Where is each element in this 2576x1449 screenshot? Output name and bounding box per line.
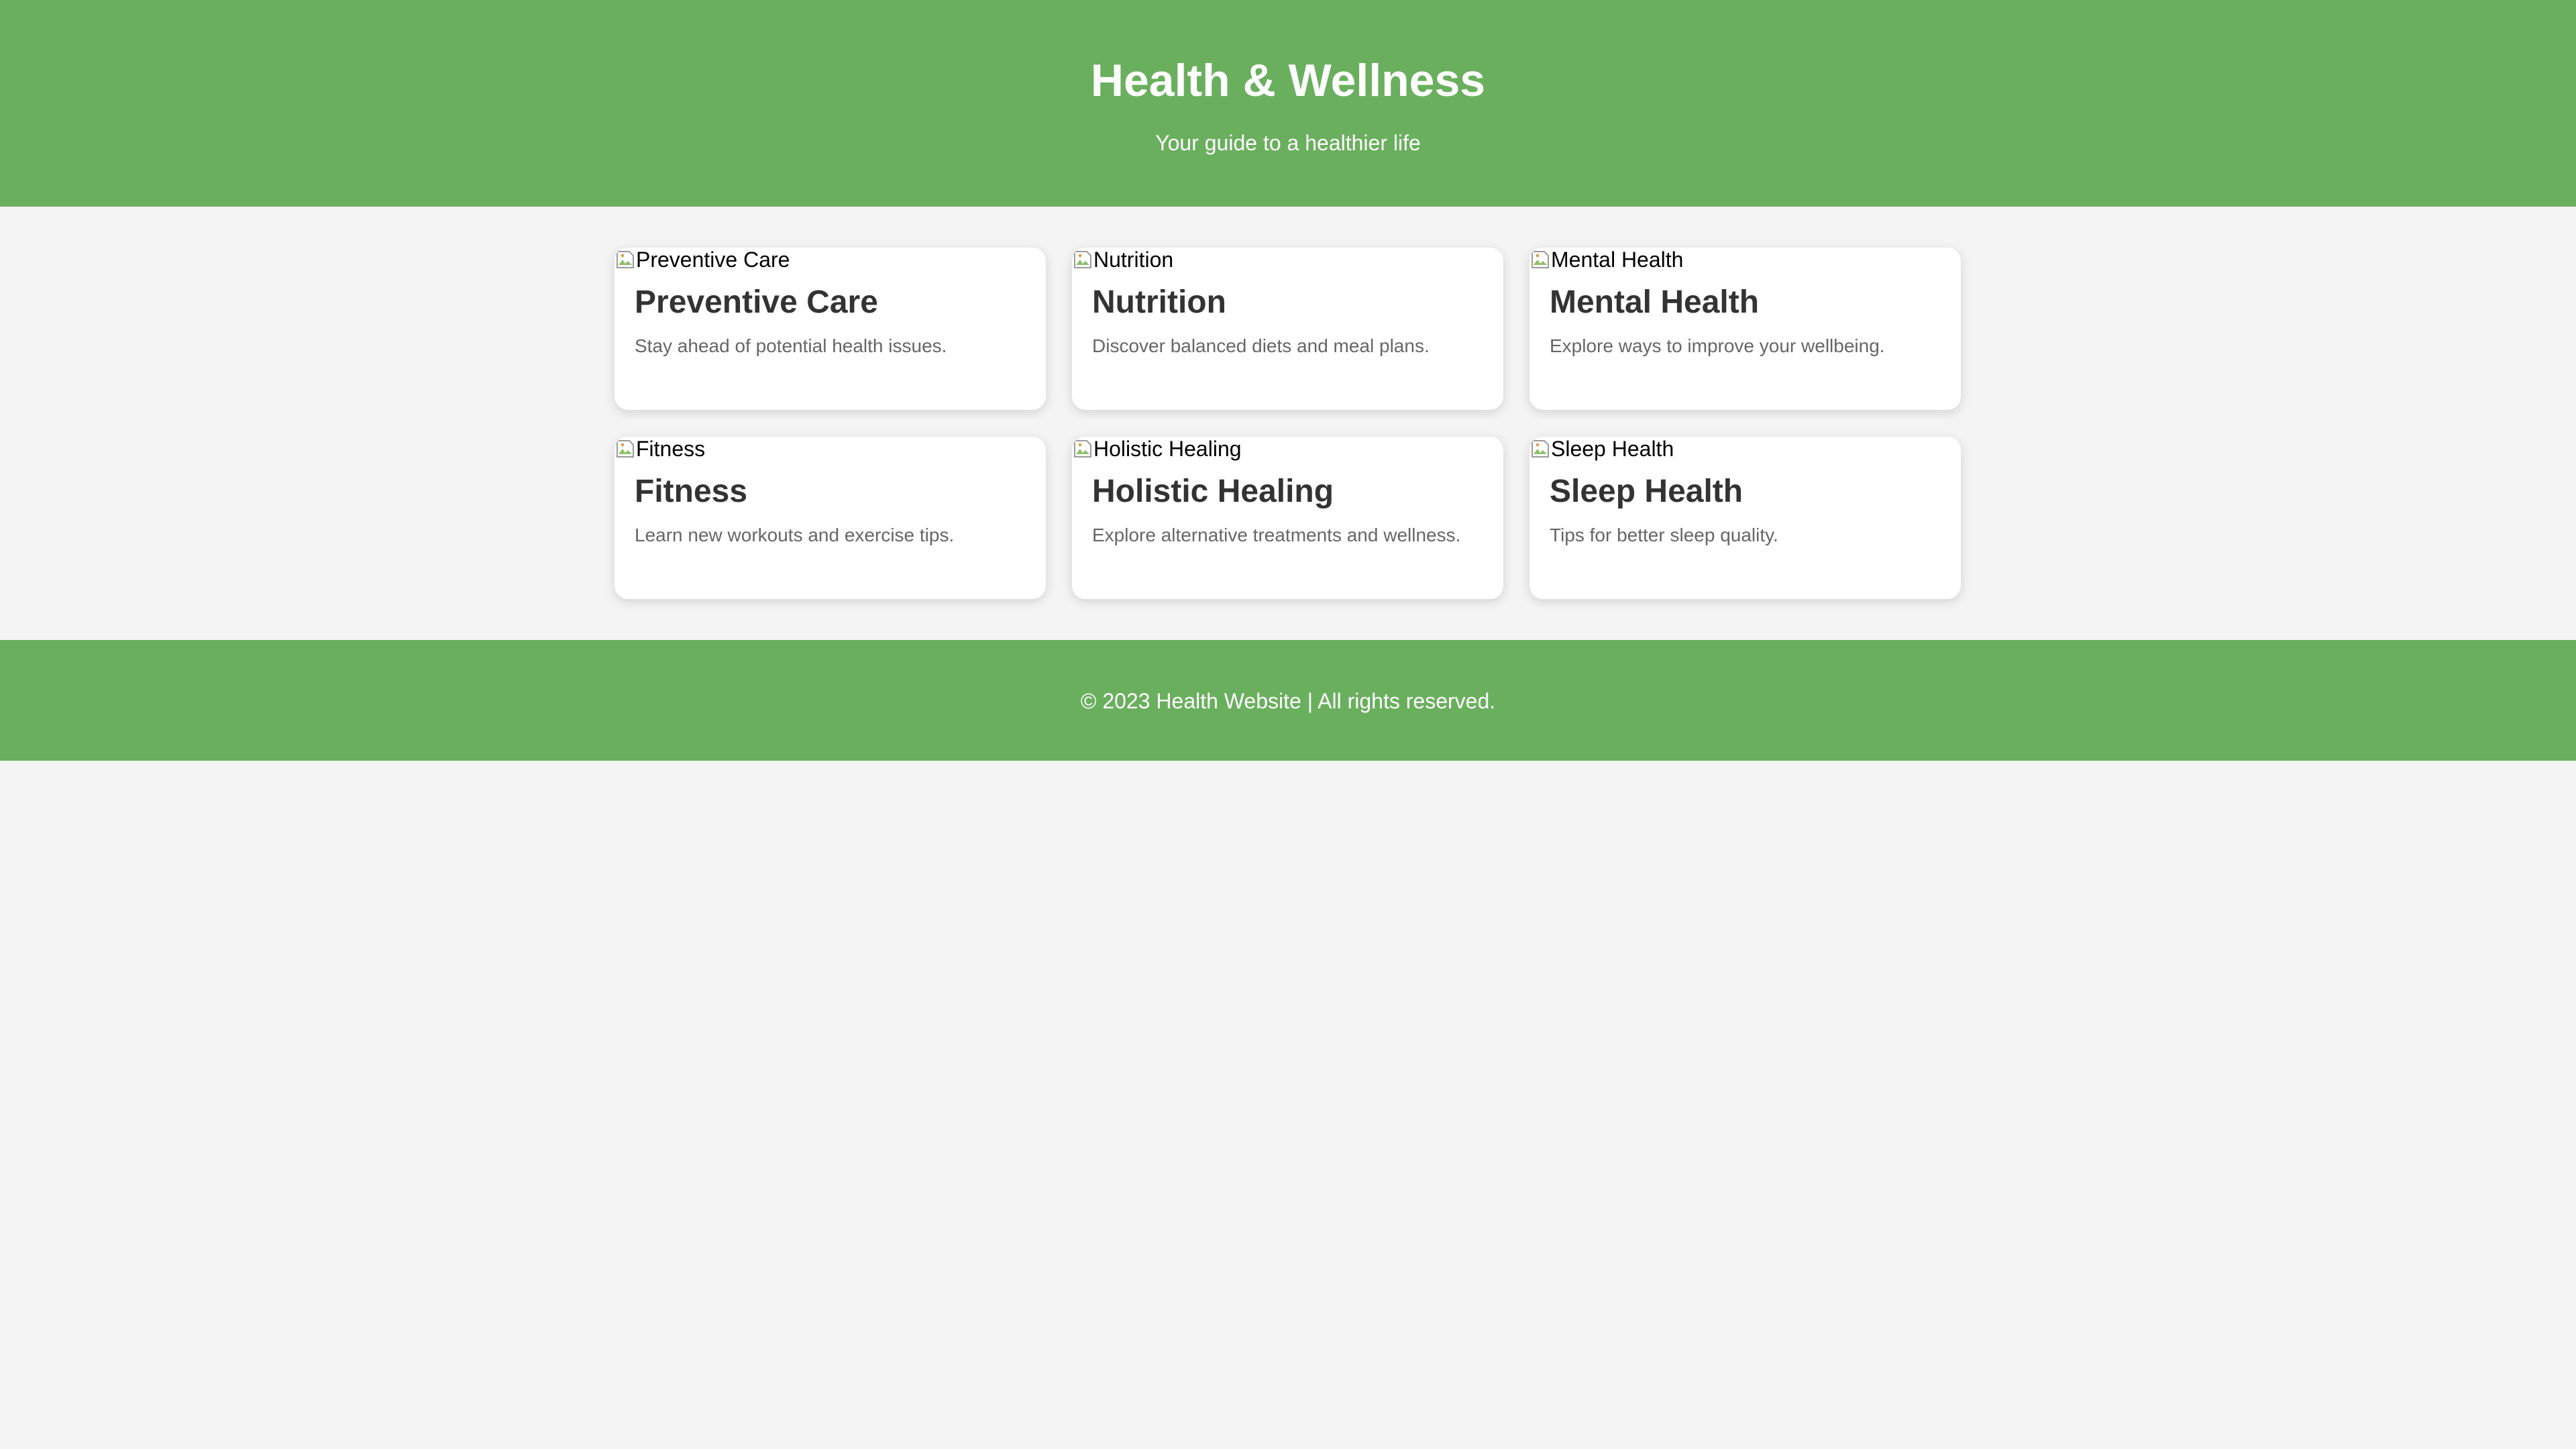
card-image: Sleep Health	[1529, 437, 1961, 461]
card-image: Mental Health	[1529, 248, 1961, 272]
broken-image-icon	[1072, 438, 1093, 460]
broken-image-icon	[1529, 249, 1551, 270]
card-description: Learn new workouts and exercise tips.	[635, 525, 955, 545]
broken-image-icon	[1072, 249, 1093, 270]
card-description: Tips for better sleep quality.	[1550, 525, 1778, 545]
card-image-alt: Sleep Health	[1551, 437, 1674, 461]
card-description: Explore alternative treatments and welln…	[1092, 525, 1461, 545]
card-image: Holistic Healing	[1072, 437, 1503, 461]
card-body: Mental Health Explore ways to improve yo…	[1529, 284, 1961, 358]
card-image-alt: Fitness	[636, 437, 706, 461]
broken-image-icon	[614, 438, 636, 460]
card-body: Nutrition Discover balanced diets and me…	[1072, 284, 1503, 358]
card-title: Fitness	[635, 474, 748, 509]
card-body: Sleep Health Tips for better sleep quali…	[1529, 473, 1961, 547]
card-image-alt: Holistic Healing	[1093, 437, 1242, 461]
card-image: Preventive Care	[614, 248, 1046, 272]
broken-image-icon	[1529, 438, 1551, 460]
site-header: Health & Wellness Your guide to a health…	[0, 0, 2576, 207]
card-image-alt: Mental Health	[1551, 248, 1684, 272]
card-nutrition[interactable]: Nutrition Nutrition Discover balanced di…	[1072, 248, 1503, 410]
card-grid: Preventive Care Preventive Care Stay ahe…	[614, 207, 1962, 640]
card-description: Discover balanced diets and meal plans.	[1092, 335, 1430, 356]
card-mental-health[interactable]: Mental Health Mental Health Explore ways…	[1529, 248, 1961, 410]
card-title: Holistic Healing	[1092, 474, 1334, 509]
card-image: Fitness	[614, 437, 1046, 461]
card-sleep-health[interactable]: Sleep Health Sleep Health Tips for bette…	[1529, 437, 1961, 599]
card-body: Holistic Healing Explore alternative tre…	[1072, 473, 1503, 547]
card-title: Nutrition	[1092, 284, 1226, 320]
page-title: Health & Wellness	[1090, 55, 1486, 106]
card-title: Sleep Health	[1550, 474, 1743, 509]
card-image-alt: Nutrition	[1093, 248, 1174, 272]
card-holistic-healing[interactable]: Holistic Healing Holistic Healing Explor…	[1072, 437, 1503, 599]
card-image-alt: Preventive Care	[636, 248, 790, 272]
card-image: Nutrition	[1072, 248, 1503, 272]
card-title: Preventive Care	[635, 284, 878, 320]
card-body: Preventive Care Stay ahead of potential …	[614, 284, 1046, 358]
card-description: Stay ahead of potential health issues.	[635, 335, 947, 356]
broken-image-icon	[614, 249, 636, 270]
page-subtitle: Your guide to a healthier life	[1155, 131, 1421, 155]
site-footer: © 2023 Health Website | All rights reser…	[0, 640, 2576, 761]
card-fitness[interactable]: Fitness Fitness Learn new workouts and e…	[614, 437, 1046, 599]
card-title: Mental Health	[1550, 284, 1760, 320]
card-description: Explore ways to improve your wellbeing.	[1550, 335, 1885, 356]
card-body: Fitness Learn new workouts and exercise …	[614, 473, 1046, 547]
footer-copyright: © 2023 Health Website | All rights reser…	[1080, 689, 1496, 713]
card-preventive-care[interactable]: Preventive Care Preventive Care Stay ahe…	[614, 248, 1046, 410]
